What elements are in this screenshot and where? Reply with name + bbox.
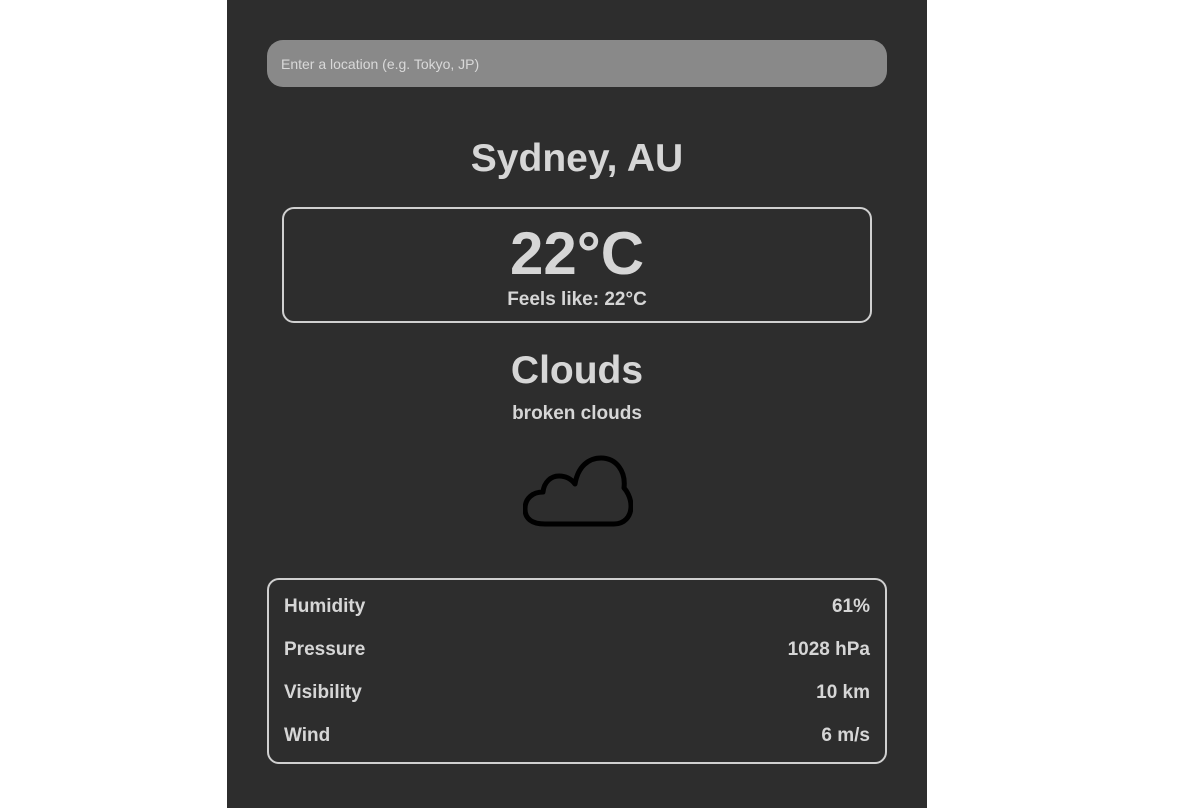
weather-description: broken clouds: [512, 403, 642, 424]
location-title: Sydney, AU: [470, 137, 684, 180]
stat-value: 6 m/s: [821, 725, 870, 746]
temperature-card: 22°C Feels like: 22°C: [282, 207, 872, 323]
weather-panel: Sydney, AU 22°C Feels like: 22°C Clouds …: [227, 0, 927, 808]
stat-label: Visibility: [284, 682, 362, 703]
stat-label: Humidity: [284, 596, 366, 617]
cloud-icon: [523, 455, 633, 527]
stat-label: Wind: [284, 725, 331, 746]
stat-value: 1028 hPa: [787, 639, 870, 660]
weather-stats-card: Humidity 61% Pressure 1028 hPa Visibilit…: [267, 578, 887, 764]
weather-condition: Clouds: [510, 349, 644, 392]
location-search-input[interactable]: [267, 40, 887, 87]
stat-row-wind: Wind 6 m/s: [284, 723, 870, 766]
current-temperature: 22°C: [509, 220, 645, 287]
stat-value: 61%: [831, 596, 870, 617]
stat-value: 10 km: [816, 682, 870, 703]
stat-row-pressure: Pressure 1028 hPa: [284, 637, 870, 680]
stat-row-humidity: Humidity 61%: [284, 594, 870, 637]
feels-like-temperature: Feels like: 22°C: [507, 289, 647, 310]
stat-row-visibility: Visibility 10 km: [284, 680, 870, 723]
stat-label: Pressure: [284, 639, 366, 660]
